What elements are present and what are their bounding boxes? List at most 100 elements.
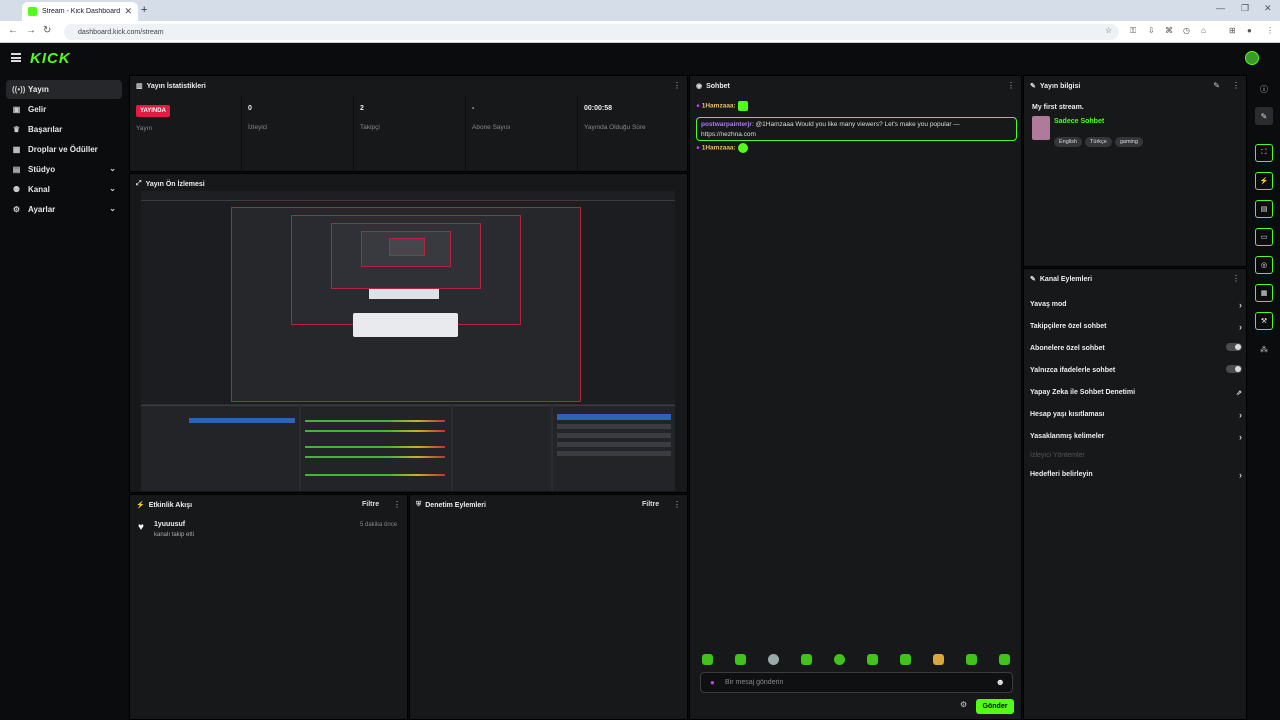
password-key-icon[interactable]: ⚿ xyxy=(1130,26,1136,36)
minimize-icon[interactable]: — xyxy=(1216,3,1225,13)
fullscreen-icon[interactable]: ⛶ xyxy=(1255,144,1273,162)
emote-icon[interactable] xyxy=(801,654,812,665)
forward-icon[interactable]: → xyxy=(26,25,36,36)
chat-bubble-icon: ◉ xyxy=(696,83,703,90)
send-button[interactable]: Gönder xyxy=(976,699,1014,714)
action-slow-mode[interactable]: Yavaş mod › xyxy=(1030,300,1242,310)
stream-title: My first stream. xyxy=(1032,104,1084,111)
more-options-icon[interactable]: ⋮ xyxy=(673,81,681,90)
stream-preview-panel: ⤢ Yayın Ön İzlemesi xyxy=(129,173,688,493)
filter-button[interactable]: Filtre xyxy=(642,501,659,508)
stat-label: İzleyici xyxy=(248,124,268,131)
edit-pencil-icon[interactable]: ✎ xyxy=(1213,81,1220,90)
lock-icon[interactable]: ⌂ xyxy=(1201,26,1206,35)
chat-username[interactable]: postwarpainterjr xyxy=(701,121,752,128)
emote-icon[interactable] xyxy=(834,654,845,665)
action-label: Abonelere özel sohbet xyxy=(1030,345,1105,352)
shield-icon: ⛨ xyxy=(416,501,422,508)
emote-icon[interactable] xyxy=(768,654,779,665)
sidebar-item-kanal[interactable]: ⚉ Kanal ⌄ xyxy=(6,180,122,199)
stat-label: Abone Sayısı xyxy=(472,124,511,131)
history-icon[interactable]: ◷ xyxy=(1183,26,1190,35)
live-badge: YAYINDA xyxy=(136,105,170,117)
tab-title: Stream - Kick Dashboard xyxy=(42,8,121,15)
profile-icon[interactable]: ● xyxy=(1247,26,1252,35)
more-options-icon[interactable]: ⋮ xyxy=(393,500,401,509)
download-icon[interactable]: ⇩ xyxy=(1148,26,1155,35)
action-set-goals[interactable]: Hedefleri belirleyin › xyxy=(1030,470,1242,480)
kick-logo[interactable]: KICK xyxy=(30,50,71,67)
more-options-icon[interactable]: ⋮ xyxy=(1232,81,1240,90)
edit-layout-icon[interactable]: ✎ xyxy=(1255,107,1273,125)
stream-preview-video[interactable] xyxy=(141,191,675,491)
new-tab-button[interactable]: + xyxy=(141,4,147,16)
browser-tab[interactable]: Stream - Kick Dashboard ✕ xyxy=(22,2,138,21)
url-field[interactable]: dashboard.kick.com/stream xyxy=(64,24,1119,40)
action-ai-moderation[interactable]: Yapay Zeka ile Sohbet Denetimi ⇗ xyxy=(1030,389,1242,397)
more-options-icon[interactable]: ⋮ xyxy=(1007,81,1015,90)
menu-hamburger-icon[interactable] xyxy=(11,53,21,62)
emote-icon[interactable] xyxy=(867,654,878,665)
stat-label: Takipçi xyxy=(360,124,380,131)
tab-close-icon[interactable]: ✕ xyxy=(124,6,132,17)
category-name[interactable]: Sadece Sohbet xyxy=(1054,118,1104,125)
extensions-icon[interactable]: ⊞ xyxy=(1229,26,1236,35)
chat-input[interactable]: ● Bir mesaj gönderin ☻ xyxy=(700,672,1013,693)
reload-icon[interactable]: ↻ xyxy=(43,25,51,36)
sidebar-item-gelir[interactable]: ▣ Gelir xyxy=(6,100,122,119)
info-icon[interactable]: ⓘ xyxy=(1255,80,1273,98)
chat-icon[interactable]: ▭ xyxy=(1255,228,1273,246)
action-account-age[interactable]: Hesap yaşı kısıtlaması › xyxy=(1030,410,1242,420)
sidebar-item-ayarlar[interactable]: ⚙ Ayarlar ⌄ xyxy=(6,200,122,219)
more-options-icon[interactable]: ⋮ xyxy=(673,500,681,509)
wrench-icon[interactable]: ⚒ xyxy=(1255,312,1273,330)
stat-value: 2 xyxy=(360,105,364,112)
sidebar-item-droplar[interactable]: ▦ Droplar ve Ödüller xyxy=(6,140,122,159)
broadcast-icon: ((•)) xyxy=(12,85,26,94)
sidebar: ((•)) Yayın ▣ Gelir ♛ Başarılar ▦ Dropla… xyxy=(0,74,128,720)
layout-icon[interactable]: ▦ xyxy=(1255,284,1273,302)
bolt-icon[interactable]: ⚡ xyxy=(1255,172,1273,190)
audio-meter xyxy=(305,446,445,448)
emote-icon[interactable] xyxy=(999,654,1010,665)
sidebar-item-yayin[interactable]: ((•)) Yayın xyxy=(6,80,122,99)
broadcast-icon[interactable]: ◎ xyxy=(1255,256,1273,274)
chat-username[interactable]: 1Hamzaaa: xyxy=(702,145,736,152)
action-banned-words[interactable]: Yasaklanmış kelimeler › xyxy=(1030,432,1242,442)
sidebar-item-label: Başarılar xyxy=(28,125,63,134)
sidebar-item-studyo[interactable]: ▤ Stüdyo ⌄ xyxy=(6,160,122,179)
kick-favicon-icon xyxy=(28,7,37,16)
emote-icon[interactable] xyxy=(900,654,911,665)
back-icon[interactable]: ← xyxy=(8,25,18,36)
tag: gaming xyxy=(1114,137,1143,147)
restore-icon[interactable]: ❐ xyxy=(1241,3,1249,14)
chat-settings-gear-icon[interactable]: ⚙ xyxy=(960,700,967,709)
studio-icon: ▤ xyxy=(12,165,21,174)
emote-icon[interactable] xyxy=(735,654,746,665)
emotes-only-toggle[interactable] xyxy=(1226,365,1242,373)
bookmark-star-icon[interactable]: ☆ xyxy=(1105,26,1112,35)
emoji-picker-icon[interactable]: ☻ xyxy=(996,677,1005,687)
close-window-icon[interactable]: ✕ xyxy=(1264,3,1272,14)
user-avatar[interactable] xyxy=(1245,51,1259,65)
document-icon[interactable]: ▤ xyxy=(1255,200,1273,218)
browser-menu-icon[interactable]: ⋮ xyxy=(1266,26,1274,35)
translate-icon[interactable]: ⌘ xyxy=(1165,26,1173,35)
panel-header: ✎ Kanal Eylemleri xyxy=(1024,269,1246,289)
more-options-icon[interactable]: ⋮ xyxy=(1232,274,1240,283)
mic-badge-icon: ● xyxy=(696,144,700,152)
filter-button[interactable]: Filtre xyxy=(362,501,379,508)
widgets-icon[interactable]: ⁂ xyxy=(1255,340,1273,358)
emote-icon[interactable] xyxy=(966,654,977,665)
preview-obs-scenes xyxy=(141,405,299,491)
chevron-down-icon: ⌄ xyxy=(109,184,116,193)
subscribers-only-toggle[interactable] xyxy=(1226,343,1242,351)
action-followers-only[interactable]: Takipçilere özel sohbet › xyxy=(1030,322,1242,332)
chat-username[interactable]: 1Hamzaaa: xyxy=(702,103,736,110)
emote-icon[interactable] xyxy=(933,654,944,665)
preview-dialog-2 xyxy=(369,289,439,299)
emote-icon[interactable] xyxy=(702,654,713,665)
sidebar-item-label: Stüdyo xyxy=(28,165,56,174)
sidebar-item-basarilar[interactable]: ♛ Başarılar xyxy=(6,120,122,139)
wrench-icon: ✎ xyxy=(1030,276,1036,283)
